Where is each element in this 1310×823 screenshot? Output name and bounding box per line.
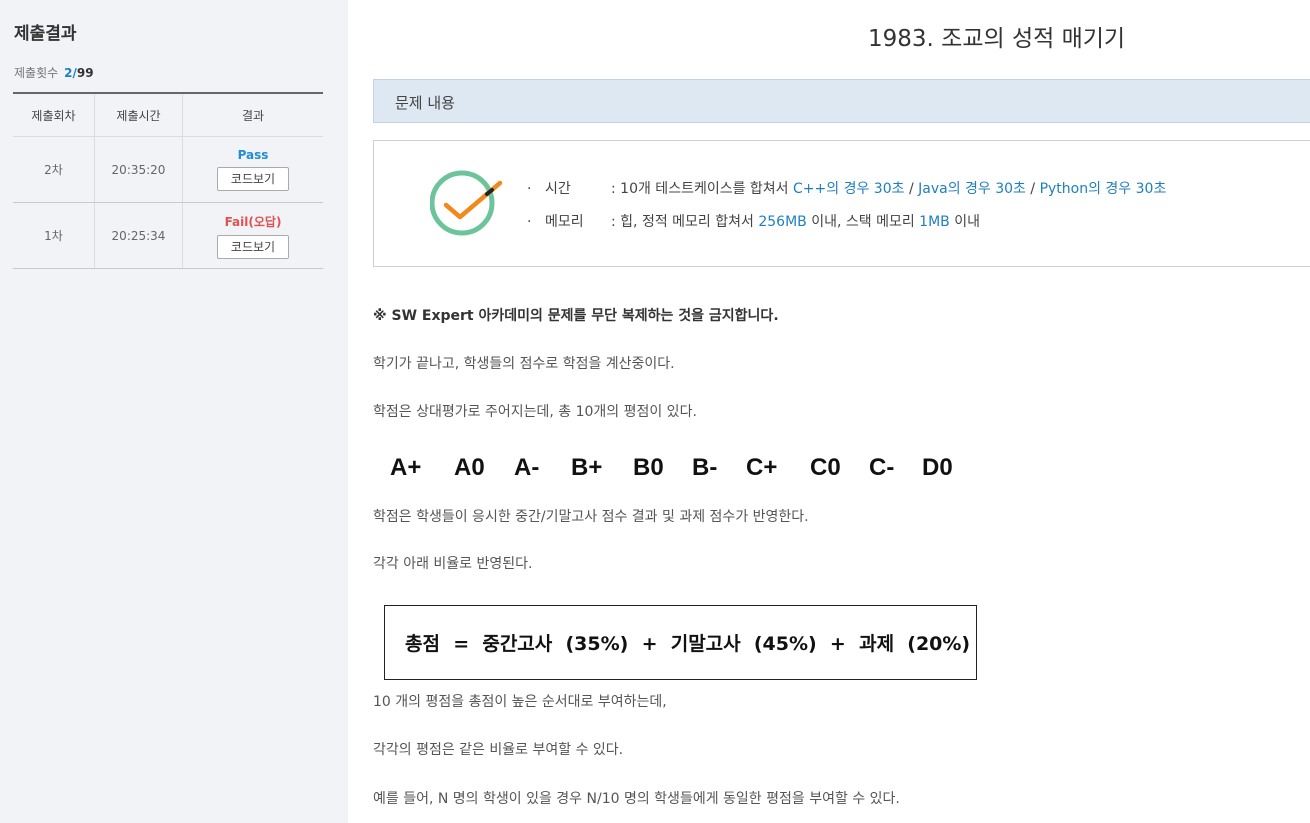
row-result-cell: Pass 코드보기 [182, 136, 323, 203]
grade-item: C- [869, 454, 895, 481]
table-row: 2차 20:35:20 Pass 코드보기 [13, 136, 323, 203]
submission-count-value: 2 [64, 66, 73, 80]
memory-limit-label: 메모리 [545, 214, 584, 230]
row-time: 20:25:34 [94, 202, 183, 269]
result-fail-badge: Fail(오답) [224, 214, 282, 229]
memory-limit-stack: 1MB [919, 214, 950, 230]
description-paragraph: 각각의 평점은 같은 비율로 부여할 수 있다. [373, 742, 624, 758]
description-paragraph: 10 개의 평점을 총점이 높은 순서대로 부여하는데, [373, 694, 667, 710]
section-header: 문제 내용 [373, 79, 1310, 123]
memory-limit-mid: 이내, 스택 메모리 [811, 214, 915, 230]
grade-item: C0 [810, 454, 841, 481]
memory-limit-heap: 256MB [758, 214, 807, 230]
grade-item: A+ [390, 454, 422, 481]
copyright-notice: ※ SW Expert 아카데미의 문제를 무단 복제하는 것을 금지합니다. [373, 308, 779, 324]
score-formula-box: 총점 = 중간고사 (35%) + 기말고사 (45%) + 과제 (20%) [384, 605, 977, 680]
header-result: 결과 [182, 93, 323, 137]
time-limit-python: Python의 경우 30초 [1039, 181, 1167, 197]
time-limit-label: 시간 [545, 181, 571, 197]
description-paragraph: 학점은 상대평가로 주어지는데, 총 10개의 평점이 있다. [373, 404, 697, 420]
row-round: 2차 [13, 136, 95, 203]
row-time: 20:35:20 [94, 136, 183, 203]
submission-count-label: 제출횟수 [14, 66, 59, 80]
check-icon [429, 169, 504, 241]
submission-table: 제출회차 제출시간 결과 2차 20:35:20 Pass 코드보기 1차 20… [13, 92, 323, 269]
row-round: 1차 [13, 202, 95, 269]
time-limit-prefix: : 10개 테스트케이스를 합쳐서 [611, 181, 789, 197]
grade-item: B0 [633, 454, 664, 481]
view-code-button[interactable]: 코드보기 [217, 167, 289, 191]
time-limit-java: Java의 경우 30초 [918, 181, 1026, 197]
header-time: 제출시간 [94, 93, 183, 137]
section-header-label: 문제 내용 [395, 94, 455, 112]
submission-sidebar: 제출결과 제출횟수 2/99 제출회차 제출시간 결과 2차 20:35:20 P… [0, 0, 348, 823]
memory-limit-row: · 메모리: 힙, 정적 메모리 합쳐서 256MB 이내, 스택 메모리 1MB… [527, 211, 980, 231]
grade-item: A0 [454, 454, 485, 481]
memory-limit-suffix: 이내 [954, 214, 980, 230]
grade-item: C+ [746, 454, 778, 481]
grade-item: D0 [922, 454, 953, 481]
problem-title: 1983. 조교의 성적 매기기 [868, 26, 1126, 52]
grade-item: A- [514, 454, 540, 481]
limits-box: · 시간: 10개 테스트케이스를 합쳐서 C++의 경우 30초 / Java의… [373, 140, 1310, 267]
description-paragraph: 학기가 끝나고, 학생들의 점수로 학점을 계산중이다. [373, 356, 675, 372]
time-limit-row: · 시간: 10개 테스트케이스를 합쳐서 C++의 경우 30초 / Java의… [527, 178, 1166, 198]
row-result-cell: Fail(오답) 코드보기 [182, 202, 323, 269]
time-limit-sep: / [1030, 181, 1036, 197]
view-code-button[interactable]: 코드보기 [217, 234, 289, 259]
time-limit-sep: / [908, 181, 914, 197]
submission-count: 제출횟수 2/99 [14, 64, 94, 81]
description-paragraph: 예를 들어, N 명의 학생이 있을 경우 N/10 명의 학생들에게 동일한 … [373, 791, 900, 807]
header-round: 제출회차 [13, 93, 95, 137]
description-paragraph: 각각 아래 비율로 반영된다. [373, 556, 533, 572]
submission-count-total: 99 [76, 66, 94, 80]
submission-title: 제출결과 [14, 24, 77, 44]
grade-item: B+ [571, 454, 603, 481]
grade-item: B- [692, 454, 718, 481]
memory-limit-prefix: : 힙, 정적 메모리 합쳐서 [611, 214, 754, 230]
result-pass-badge: Pass [237, 148, 269, 162]
description-paragraph: 학점은 학생들이 응시한 중간/기말고사 점수 결과 및 과제 점수가 반영한다… [373, 509, 809, 525]
table-header-row: 제출회차 제출시간 결과 [13, 93, 323, 137]
score-formula: 총점 = 중간고사 (35%) + 기말고사 (45%) + 과제 (20%) [405, 633, 971, 655]
time-limit-cpp: C++의 경우 30초 [793, 181, 905, 197]
table-row: 1차 20:25:34 Fail(오답) 코드보기 [13, 202, 323, 269]
